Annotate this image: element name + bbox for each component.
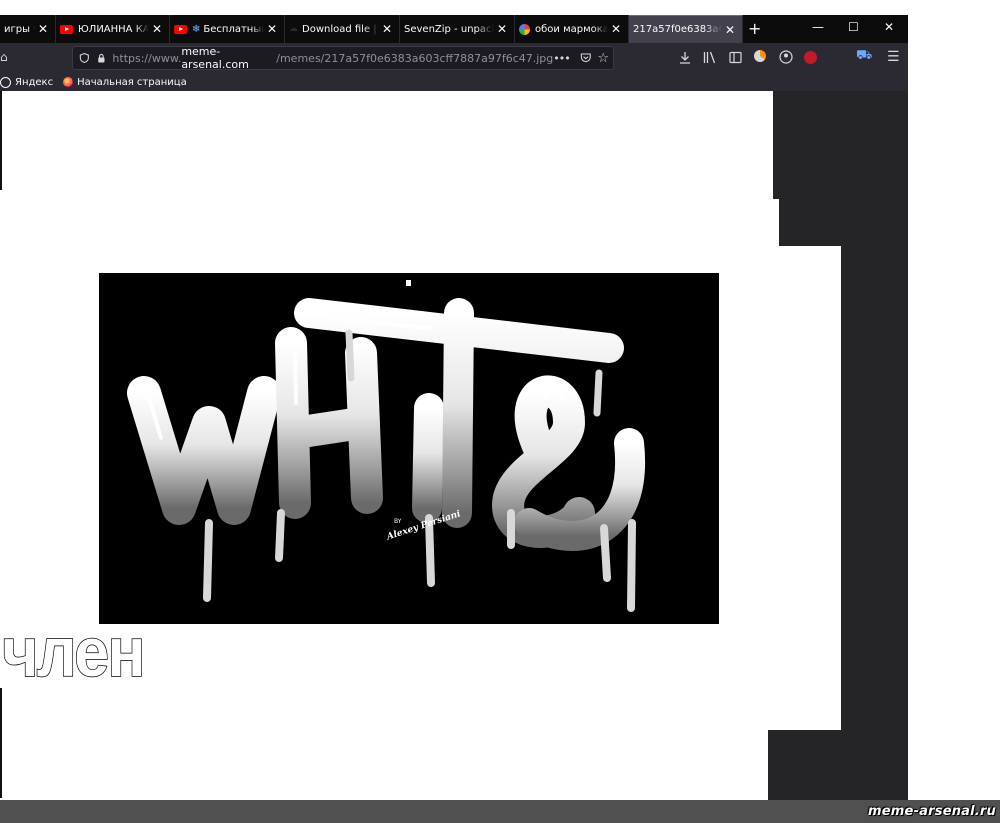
- pocket-icon[interactable]: [580, 52, 592, 64]
- extension-icon[interactable]: [754, 50, 766, 62]
- home-icon[interactable]: ⌂: [0, 50, 8, 64]
- account-icon[interactable]: [779, 50, 793, 64]
- white-drip-lettering: BY Alexey Persiani: [127, 280, 646, 612]
- meme-image: BY Alexey Persiani: [99, 273, 719, 624]
- close-icon[interactable]: ✕: [149, 22, 165, 36]
- bookmarks-bar: Яндекс Начальная страница: [0, 73, 908, 91]
- close-icon[interactable]: ✕: [379, 22, 395, 36]
- download-icon[interactable]: [679, 51, 691, 64]
- star-icon[interactable]: ☆: [597, 51, 609, 66]
- tab-youtube-julianna[interactable]: ЮЛИАННА КАРА ✕: [56, 15, 170, 43]
- close-icon[interactable]: ✕: [722, 23, 738, 37]
- snowflake-icon: ❄: [192, 23, 201, 35]
- tab-active-image[interactable]: 217a57f0e6383a603c ✕: [629, 15, 743, 43]
- cloud-icon: ☁: [289, 24, 298, 34]
- menu-icon[interactable]: ☰: [887, 49, 900, 65]
- close-icon[interactable]: ✕: [35, 22, 51, 36]
- firefox-icon: [63, 77, 74, 87]
- tab-sevenzip[interactable]: SevenZip - unpack c ✕: [400, 15, 515, 43]
- bookmark-yandex[interactable]: Яндекс: [0, 76, 53, 88]
- dark-panel: [779, 199, 908, 246]
- url-domain: meme-arsenal.com: [181, 45, 249, 71]
- meme-caption: член: [1, 612, 146, 692]
- minimize-button[interactable]: —: [812, 20, 824, 34]
- watermark: meme-arsenal.ru: [868, 804, 996, 819]
- maximize-button[interactable]: ☐: [848, 20, 859, 34]
- divider: [0, 688, 2, 798]
- bookmark-start-page[interactable]: Начальная страница: [63, 77, 187, 88]
- tab-google-wallpapers[interactable]: обои мармока ✕: [515, 15, 629, 43]
- new-tab-button[interactable]: +: [748, 19, 761, 38]
- bottom-bar: [0, 800, 1000, 823]
- url-scheme: https://www.: [112, 51, 182, 65]
- browser-chrome: игры ч ✕ ЮЛИАННА КАРА ✕ ❄ Бесплатный ✕ ☁…: [0, 15, 908, 91]
- dark-panel: [773, 91, 908, 199]
- dark-panel: [768, 730, 908, 800]
- lock-icon[interactable]: [96, 52, 107, 64]
- youtube-icon: [174, 24, 187, 34]
- divider: [0, 91, 2, 190]
- url-path: /memes/217a57f0e6383a603cff7887a97f6c47.…: [276, 51, 554, 65]
- google-icon: [519, 23, 530, 35]
- close-icon[interactable]: ✕: [494, 22, 510, 36]
- globe-icon: [0, 76, 11, 88]
- nav-bar: ⌂ https://www. meme-arsenal.com/memes/217…: [0, 43, 908, 73]
- library-icon[interactable]: [703, 51, 717, 64]
- window-close-button[interactable]: ✕: [884, 20, 894, 34]
- shield-icon[interactable]: [79, 52, 90, 64]
- tab-games[interactable]: игры ч ✕: [0, 15, 56, 43]
- tab-free[interactable]: ❄ Бесплатный ✕: [170, 15, 285, 43]
- dark-panel: [841, 246, 908, 730]
- tab-bar: игры ч ✕ ЮЛИАННА КАРА ✕ ❄ Бесплатный ✕ ☁…: [0, 15, 908, 43]
- ublock-icon[interactable]: [804, 51, 817, 64]
- youtube-icon: [60, 24, 73, 34]
- close-icon[interactable]: ✕: [264, 22, 280, 36]
- page-actions-icon[interactable]: •••: [553, 52, 570, 65]
- artist-signature-by: BY: [394, 518, 402, 525]
- cart-icon[interactable]: ⛟: [856, 48, 872, 65]
- tab-download-file[interactable]: ☁ Download file | C ✕: [285, 15, 400, 43]
- close-icon[interactable]: ✕: [608, 22, 624, 36]
- url-bar[interactable]: https://www. meme-arsenal.com/memes/217a5…: [72, 45, 614, 71]
- cursor-marker: [406, 280, 411, 286]
- sidebar-icon[interactable]: [729, 51, 742, 64]
